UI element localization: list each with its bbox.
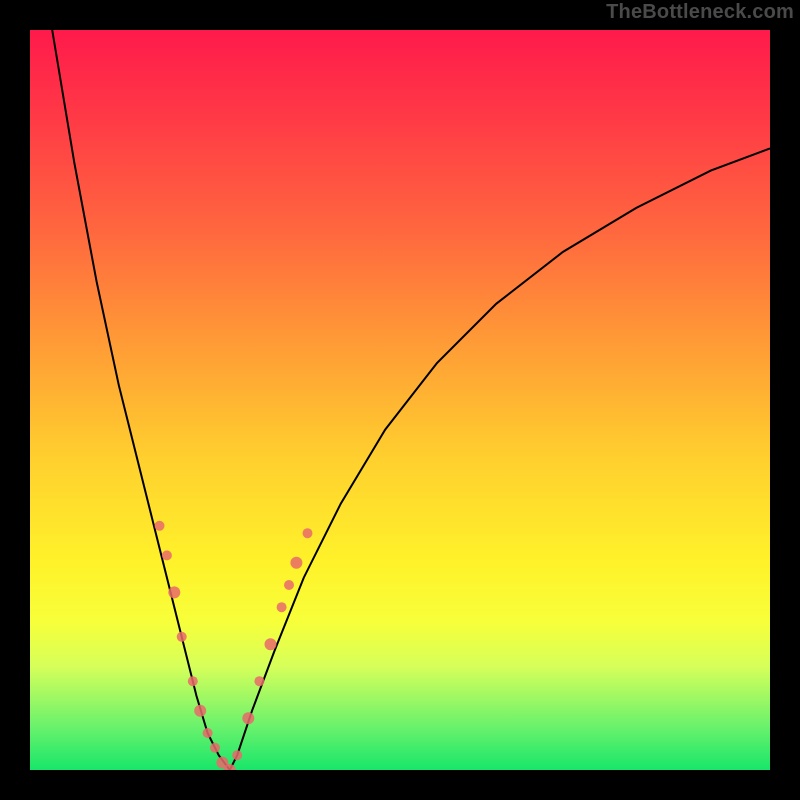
data-marker [177, 632, 187, 642]
chart-svg [30, 30, 770, 770]
data-marker [284, 580, 294, 590]
data-marker [265, 638, 277, 650]
data-marker [203, 728, 213, 738]
data-marker [290, 557, 302, 569]
bottleneck-curve-path [52, 30, 770, 770]
data-marker [277, 602, 287, 612]
data-marker [303, 528, 313, 538]
chart-frame: TheBottleneck.com [0, 0, 800, 800]
data-marker [188, 676, 198, 686]
data-marker [242, 712, 254, 724]
data-marker [232, 750, 242, 760]
data-marker [162, 550, 172, 560]
marker-group [155, 521, 313, 770]
chart-plot-area [30, 30, 770, 770]
data-marker [254, 676, 264, 686]
watermark-text: TheBottleneck.com [606, 2, 794, 22]
data-marker [155, 521, 165, 531]
data-marker [210, 743, 220, 753]
data-marker [194, 705, 206, 717]
data-marker [168, 586, 180, 598]
